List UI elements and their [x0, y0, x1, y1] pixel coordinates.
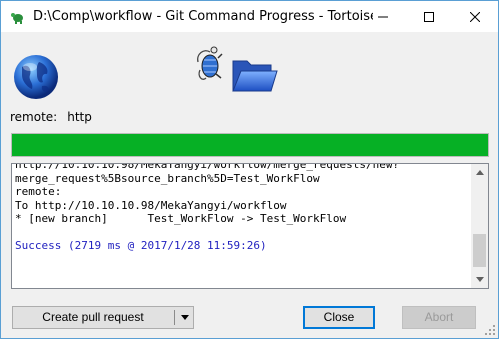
log-line: To http://10.10.10.98/MekaYangyi/workflo…	[15, 198, 287, 212]
remote-value: http	[67, 110, 92, 124]
close-button[interactable]: Close	[303, 306, 375, 329]
remote-status: remote: http	[10, 110, 92, 124]
progress-dialog: D:\Comp\workflow - Git Command Progress …	[0, 0, 499, 339]
tortoisegit-turtle-icon	[197, 46, 223, 80]
maximize-button[interactable]	[406, 1, 452, 32]
resize-grip-icon[interactable]	[484, 324, 496, 336]
log-line: * [new branch] Test_WorkFlow -> Test_Wor…	[15, 212, 347, 225]
log-success-line: Success (2719 ms @ 2017/1/28 11:59:26)	[15, 239, 267, 252]
log-line: merge_request%5Bsource_branch%5D=Test_Wo…	[15, 171, 320, 185]
scroll-down-button[interactable]	[471, 271, 488, 288]
vertical-scrollbar[interactable]	[471, 164, 488, 288]
create-pull-request-split-button[interactable]: Create pull request	[12, 306, 194, 329]
split-separator	[174, 310, 175, 325]
dropdown-arrow-icon	[181, 315, 189, 320]
chevron-down-icon	[475, 277, 484, 282]
chevron-up-icon	[475, 170, 484, 175]
log-line: remote:	[15, 185, 62, 198]
scroll-up-button[interactable]	[471, 164, 488, 181]
minimize-icon	[378, 16, 388, 17]
abort-button[interactable]: Abort	[402, 306, 476, 329]
maximize-icon	[424, 11, 434, 22]
close-icon	[470, 11, 480, 22]
scroll-thumb[interactable]	[473, 234, 486, 267]
minimize-button[interactable]	[360, 1, 406, 32]
globe-icon	[14, 55, 58, 99]
create-pull-request-button[interactable]: Create pull request	[13, 307, 173, 328]
log-lines: http://10.10.10.98/MekaYangyi/workflow/m…	[15, 163, 467, 253]
window-title: D:\Comp\workflow - Git Command Progress …	[33, 9, 373, 24]
progress-fill	[12, 134, 488, 156]
turtle-app-icon	[11, 13, 23, 24]
title-bar[interactable]: D:\Comp\workflow - Git Command Progress …	[1, 1, 498, 32]
log-line: http://10.10.10.98/MekaYangyi/workflow/m…	[15, 163, 400, 171]
split-dropdown-button[interactable]	[179, 307, 191, 328]
folder-icon	[232, 60, 278, 92]
progress-bar	[11, 133, 489, 157]
close-window-button[interactable]	[452, 1, 498, 32]
output-log[interactable]: http://10.10.10.98/MekaYangyi/workflow/m…	[11, 163, 489, 289]
remote-key: remote:	[10, 110, 58, 124]
